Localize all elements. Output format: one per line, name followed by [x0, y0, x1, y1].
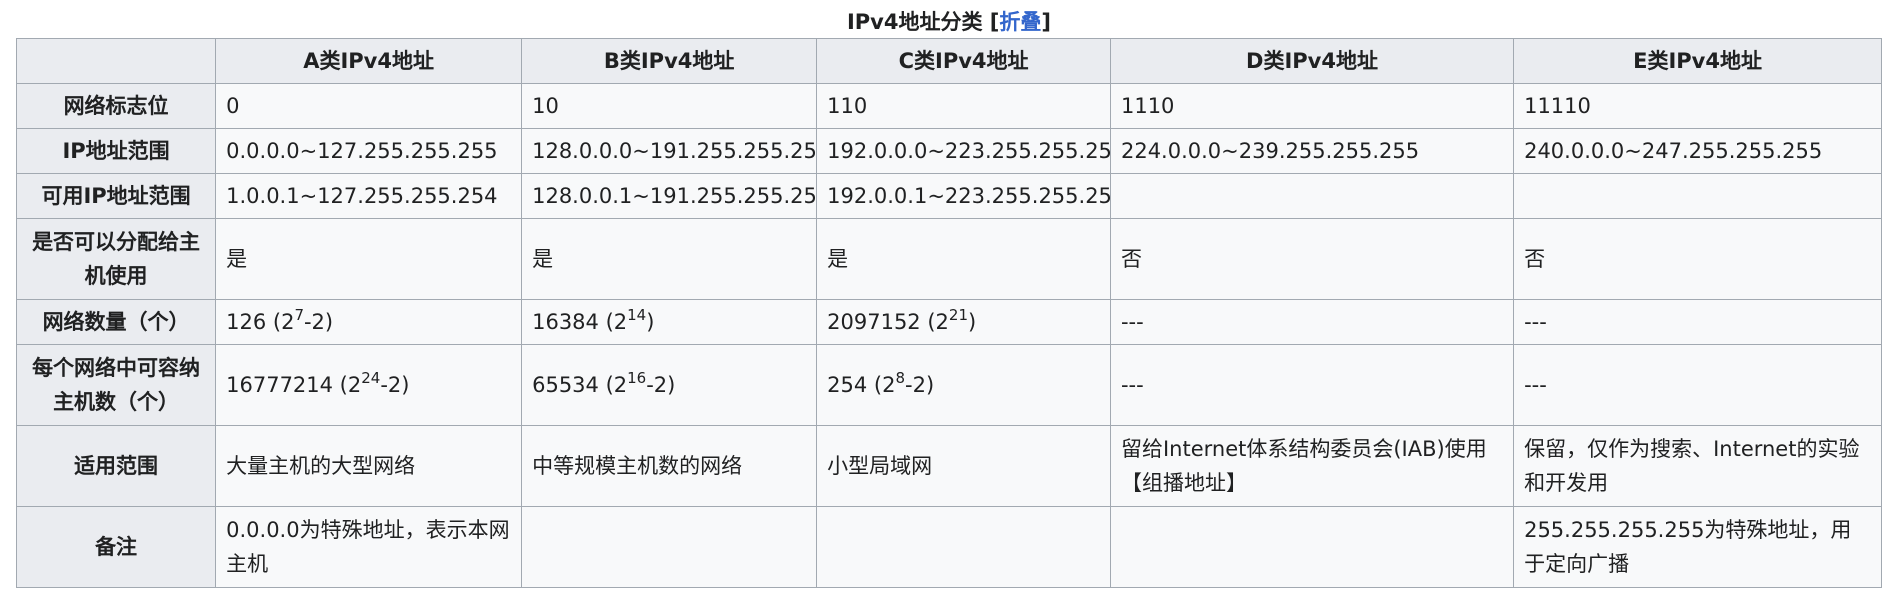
table-title: IPv4地址分类	[846, 10, 983, 34]
cell-text: ---	[1120, 310, 1144, 334]
row-header: 是否可以分配给主机使用	[15, 218, 217, 300]
table-cell	[816, 506, 1111, 588]
cell-text: 16777214 (2	[226, 373, 362, 397]
cell-text: 65534 (2	[532, 373, 628, 397]
table-cell: 是	[215, 218, 523, 300]
table-cell: 是	[521, 218, 818, 300]
table-cell: ---	[1513, 299, 1882, 345]
row-header: 可用IP地址范围	[15, 173, 217, 219]
cell-text: -2)	[646, 373, 676, 397]
table-cell	[1109, 506, 1515, 588]
cell-text: ---	[1120, 373, 1144, 397]
bracket-close: ]	[1041, 10, 1052, 34]
table-cell: 16777214 (224-2)	[215, 344, 523, 426]
table-cell: 小型局域网	[816, 425, 1111, 507]
exponent: 21	[948, 306, 968, 324]
table-cell: 保留，仅作为搜索、Internet的实验和开发用	[1513, 425, 1882, 507]
cell-text: 16384 (2	[532, 310, 628, 334]
exponent: 8	[895, 369, 905, 387]
table-cell	[1513, 173, 1882, 219]
table-cell: 留给Internet体系结构委员会(IAB)使用【组播地址】	[1109, 425, 1515, 507]
table-cell: 否	[1109, 218, 1515, 300]
row-header: 每个网络中可容纳主机数（个）	[15, 344, 217, 426]
header-class-b: B类IPv4地址	[521, 38, 818, 84]
table-cell: 16384 (214)	[521, 299, 818, 345]
table-cell	[1109, 173, 1515, 219]
table-cell: 是	[816, 218, 1111, 300]
table-cell: 255.255.255.255为特殊地址，用于定向广播	[1513, 506, 1882, 588]
table-cell: 中等规模主机数的网络	[521, 425, 818, 507]
table-cell: 110	[816, 83, 1111, 129]
header-row: A类IPv4地址 B类IPv4地址 C类IPv4地址 D类IPv4地址 E类IP…	[15, 38, 1882, 84]
table-cell: ---	[1109, 299, 1515, 345]
table-cell: 0.0.0.0~127.255.255.255	[215, 128, 523, 174]
table-cell	[521, 506, 818, 588]
exponent: 16	[627, 369, 647, 387]
table-row: 每个网络中可容纳主机数（个） 16777214 (224-2) 65534 (2…	[15, 344, 1882, 426]
header-class-e: E类IPv4地址	[1513, 38, 1882, 84]
row-header: 适用范围	[15, 425, 217, 507]
cell-text: -2)	[380, 373, 410, 397]
row-header: IP地址范围	[15, 128, 217, 174]
cell-text: 2097152 (2	[827, 310, 949, 334]
table-cell: 0.0.0.0为特殊地址，表示本网主机	[215, 506, 523, 588]
exponent: 24	[361, 369, 381, 387]
table-cell: 224.0.0.0~239.255.255.255	[1109, 128, 1515, 174]
table-caption: IPv4地址分类 [折叠]	[0, 8, 1898, 36]
row-header: 网络标志位	[15, 83, 217, 129]
cell-text: )	[968, 310, 977, 334]
table-row: 备注 0.0.0.0为特殊地址，表示本网主机 255.255.255.255为特…	[15, 506, 1882, 588]
cell-text: )	[646, 310, 655, 334]
table-cell: 否	[1513, 218, 1882, 300]
header-class-a: A类IPv4地址	[215, 38, 523, 84]
exponent: 14	[627, 306, 647, 324]
cell-text: 126 (2	[226, 310, 295, 334]
table-row: IP地址范围 0.0.0.0~127.255.255.255 128.0.0.0…	[15, 128, 1882, 174]
header-class-d: D类IPv4地址	[1109, 38, 1515, 84]
table-cell: 65534 (216-2)	[521, 344, 818, 426]
exponent: 7	[294, 306, 304, 324]
table-cell: 192.0.0.0~223.255.255.255	[816, 128, 1111, 174]
table-row: 可用IP地址范围 1.0.0.1~127.255.255.254 128.0.0…	[15, 173, 1882, 219]
page: IPv4地址分类 [折叠] A类IPv4地址 B类IPv4地址 C类IPv4地址…	[0, 0, 1898, 594]
table-cell: 126 (27-2)	[215, 299, 523, 345]
table-cell: 大量主机的大型网络	[215, 425, 523, 507]
table-cell: 10	[521, 83, 818, 129]
header-class-c: C类IPv4地址	[816, 38, 1111, 84]
table-cell: 240.0.0.0~247.255.255.255	[1513, 128, 1882, 174]
cell-text: -2)	[303, 310, 334, 334]
table-cell: 2097152 (221)	[816, 299, 1111, 345]
header-corner	[15, 38, 217, 84]
table-row: 是否可以分配给主机使用 是 是 是 否 否	[15, 218, 1882, 300]
cell-text: ---	[1524, 310, 1547, 334]
collapse-toggle-link[interactable]: 折叠	[999, 10, 1041, 34]
table-cell: 192.0.0.1~223.255.255.254	[816, 173, 1111, 219]
cell-text: ---	[1524, 373, 1547, 397]
cell-text: -2)	[905, 373, 935, 397]
table-cell: 1110	[1109, 83, 1515, 129]
row-header: 备注	[15, 506, 217, 588]
table-cell: 254 (28-2)	[816, 344, 1111, 426]
table-cell: 1.0.0.1~127.255.255.254	[215, 173, 523, 219]
bracket-open: [	[982, 10, 1000, 34]
table-cell: 128.0.0.1~191.255.255.254	[521, 173, 818, 219]
table-row: 适用范围 大量主机的大型网络 中等规模主机数的网络 小型局域网 留给Intern…	[15, 425, 1882, 507]
table-row: 网络数量（个） 126 (27-2) 16384 (214) 2097152 (…	[15, 299, 1882, 345]
table-cell: ---	[1109, 344, 1515, 426]
table-cell: 11110	[1513, 83, 1882, 129]
table-cell: 128.0.0.0~191.255.255.255	[521, 128, 818, 174]
table-cell: 0	[215, 83, 523, 129]
table-row: 网络标志位 0 10 110 1110 11110	[15, 83, 1882, 129]
table-cell: ---	[1513, 344, 1882, 426]
ipv4-class-table: A类IPv4地址 B类IPv4地址 C类IPv4地址 D类IPv4地址 E类IP…	[15, 38, 1882, 588]
cell-text: 254 (2	[827, 373, 896, 397]
row-header: 网络数量（个）	[15, 299, 217, 345]
